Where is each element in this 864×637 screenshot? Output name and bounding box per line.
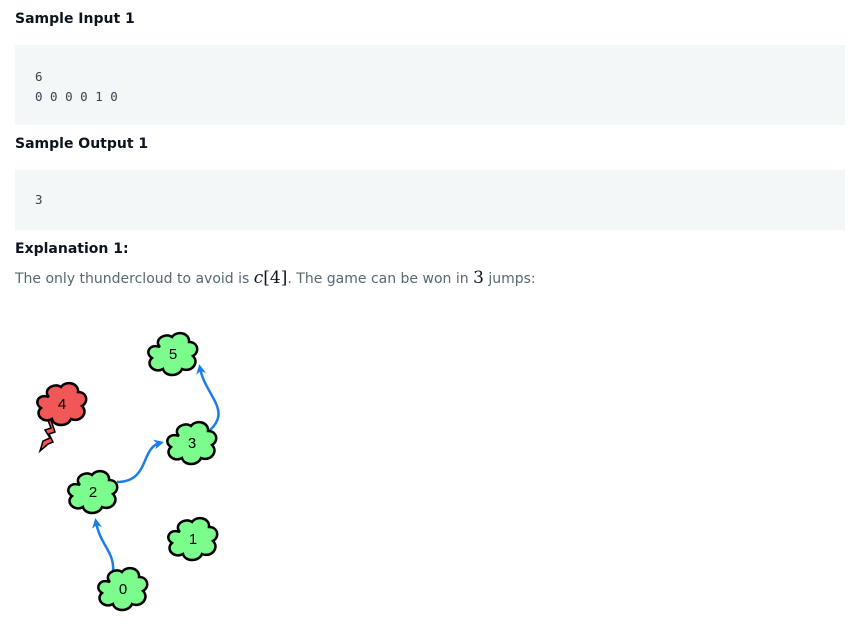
math-jump-count: 3 xyxy=(473,268,484,288)
cloud-jump-diagram: 0 1 2 3 4 5 xyxy=(36,331,220,612)
sample-input-line: 6 xyxy=(35,69,43,84)
jump-arrow-0-to-2 xyxy=(92,518,115,573)
cloud-label: 5 xyxy=(169,346,177,363)
explanation-text-before: The only thundercloud to avoid is xyxy=(15,271,254,287)
sample-input-line: 0 0 0 0 1 0 xyxy=(35,89,118,104)
cloud-icon: 2 xyxy=(67,469,119,515)
explanation-text-middle: . The game can be won in xyxy=(287,271,474,287)
explanation-text: The only thundercloud to avoid is c[4]. … xyxy=(15,268,536,288)
explanation-text-after: jumps: xyxy=(483,271,536,287)
explanation-heading: Explanation 1: xyxy=(15,241,129,257)
cloud-icon: 1 xyxy=(167,516,219,562)
cloud-icon: 5 xyxy=(147,331,199,377)
math-variable: c xyxy=(253,268,264,288)
jump-arrow-3-to-5 xyxy=(196,364,220,431)
cloud-label: 4 xyxy=(58,396,66,413)
sample-output-code-block: 3 xyxy=(15,170,845,230)
sample-input-code-block: 6 0 0 0 0 1 0 xyxy=(15,45,845,125)
cloud-icon: 0 xyxy=(97,566,149,612)
clouds: 0 1 2 3 4 5 xyxy=(36,331,219,612)
cloud-label: 3 xyxy=(188,435,196,452)
math-index: [4] xyxy=(263,268,288,288)
cloud-label: 0 xyxy=(119,581,127,598)
thundercloud-icon: 4 xyxy=(36,381,88,454)
sample-output-line: 3 xyxy=(35,192,43,207)
jump-arrow-2-to-3 xyxy=(116,439,164,484)
sample-output-heading: Sample Output 1 xyxy=(15,136,149,152)
cloud-icon: 3 xyxy=(166,420,218,466)
cloud-label: 1 xyxy=(189,531,197,548)
cloud-label: 2 xyxy=(89,484,97,501)
sample-input-heading: Sample Input 1 xyxy=(15,11,135,27)
